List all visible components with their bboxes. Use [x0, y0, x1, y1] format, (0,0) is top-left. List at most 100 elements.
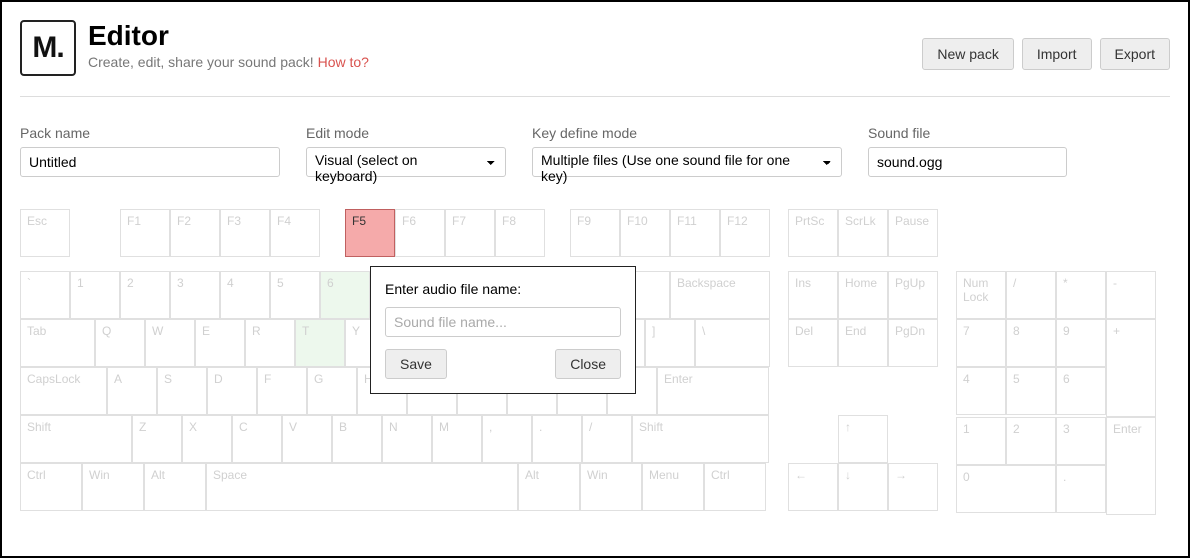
key-end[interactable]: End [838, 319, 888, 367]
key-up[interactable]: ↑ [838, 415, 888, 463]
key-n[interactable]: N [382, 415, 432, 463]
key-s[interactable]: S [157, 367, 207, 415]
key-backspace[interactable]: Backspace [670, 271, 770, 319]
key-rbracket[interactable]: ] [645, 319, 695, 367]
key-v[interactable]: V [282, 415, 332, 463]
key-a[interactable]: A [107, 367, 157, 415]
key-f9[interactable]: F9 [570, 209, 620, 257]
key-np-5[interactable]: 5 [1006, 367, 1056, 415]
key-np-4[interactable]: 4 [956, 367, 1006, 415]
key-1[interactable]: 1 [70, 271, 120, 319]
key-define-select[interactable]: Multiple files (Use one sound file for o… [532, 147, 842, 177]
key-pause[interactable]: Pause [888, 209, 938, 257]
import-button[interactable]: Import [1022, 38, 1092, 70]
key-np-subtract[interactable]: - [1106, 271, 1156, 319]
key-f[interactable]: F [257, 367, 307, 415]
key-lwin[interactable]: Win [82, 463, 144, 511]
new-pack-button[interactable]: New pack [922, 38, 1013, 70]
key-period[interactable]: . [532, 415, 582, 463]
key-5[interactable]: 5 [270, 271, 320, 319]
key-space[interactable]: Space [206, 463, 518, 511]
key-np-3[interactable]: 3 [1056, 417, 1106, 465]
key-f1[interactable]: F1 [120, 209, 170, 257]
key-np-8[interactable]: 8 [1006, 319, 1056, 367]
pack-name-label: Pack name [20, 125, 280, 141]
key-rwin[interactable]: Win [580, 463, 642, 511]
key-del[interactable]: Del [788, 319, 838, 367]
key-backtick[interactable]: ` [20, 271, 70, 319]
key-tab[interactable]: Tab [20, 319, 95, 367]
key-rctrl[interactable]: Ctrl [704, 463, 766, 511]
key-2[interactable]: 2 [120, 271, 170, 319]
key-pgup[interactable]: PgUp [888, 271, 938, 319]
key-f2[interactable]: F2 [170, 209, 220, 257]
key-d[interactable]: D [207, 367, 257, 415]
key-np-enter[interactable]: Enter [1106, 417, 1156, 515]
key-np-multiply[interactable]: * [1056, 271, 1106, 319]
key-np-add[interactable]: + [1106, 319, 1156, 417]
key-pgdn[interactable]: PgDn [888, 319, 938, 367]
key-backslash[interactable]: \ [695, 319, 770, 367]
key-f12[interactable]: F12 [720, 209, 770, 257]
key-enter[interactable]: Enter [657, 367, 769, 415]
key-np-divide[interactable]: / [1006, 271, 1056, 319]
key-e[interactable]: E [195, 319, 245, 367]
key-np-6[interactable]: 6 [1056, 367, 1106, 415]
key-right[interactable]: → [888, 463, 938, 511]
key-home[interactable]: Home [838, 271, 888, 319]
key-np-9[interactable]: 9 [1056, 319, 1106, 367]
howto-link[interactable]: How to? [318, 54, 369, 70]
key-x[interactable]: X [182, 415, 232, 463]
key-rshift[interactable]: Shift [632, 415, 769, 463]
key-q[interactable]: Q [95, 319, 145, 367]
key-np-dot[interactable]: . [1056, 465, 1106, 513]
key-t[interactable]: T [295, 319, 345, 367]
key-b[interactable]: B [332, 415, 382, 463]
key-w[interactable]: W [145, 319, 195, 367]
edit-mode-select[interactable]: Visual (select on keyboard) [306, 147, 506, 177]
key-menu[interactable]: Menu [642, 463, 704, 511]
key-comma[interactable]: , [482, 415, 532, 463]
popup-save-button[interactable]: Save [385, 349, 447, 379]
key-np-1[interactable]: 1 [956, 417, 1006, 465]
key-f10[interactable]: F10 [620, 209, 670, 257]
key-r[interactable]: R [245, 319, 295, 367]
key-f6[interactable]: F6 [395, 209, 445, 257]
key-6[interactable]: 6 [320, 271, 370, 319]
key-lctrl[interactable]: Ctrl [20, 463, 82, 511]
key-np-2[interactable]: 2 [1006, 417, 1056, 465]
key-define-label: Key define mode [532, 125, 842, 141]
key-np-7[interactable]: 7 [956, 319, 1006, 367]
key-f7[interactable]: F7 [445, 209, 495, 257]
sound-file-input[interactable] [868, 147, 1067, 177]
export-button[interactable]: Export [1100, 38, 1170, 70]
key-capslock[interactable]: CapsLock [20, 367, 107, 415]
key-f3[interactable]: F3 [220, 209, 270, 257]
key-z[interactable]: Z [132, 415, 182, 463]
audio-file-name-input[interactable] [385, 307, 621, 337]
popup-close-button[interactable]: Close [555, 349, 621, 379]
key-esc[interactable]: Esc [20, 209, 70, 257]
key-ralt[interactable]: Alt [518, 463, 580, 511]
key-m[interactable]: M [432, 415, 482, 463]
key-lshift[interactable]: Shift [20, 415, 132, 463]
key-g[interactable]: G [307, 367, 357, 415]
key-f5[interactable]: F5 [345, 209, 395, 257]
key-np-0[interactable]: 0 [956, 465, 1056, 513]
key-prtsc[interactable]: PrtSc [788, 209, 838, 257]
key-down[interactable]: ↓ [838, 463, 888, 511]
key-numlock[interactable]: Num Lock [956, 271, 1006, 319]
key-3[interactable]: 3 [170, 271, 220, 319]
key-ins[interactable]: Ins [788, 271, 838, 319]
key-f4[interactable]: F4 [270, 209, 320, 257]
pack-name-input[interactable] [20, 147, 280, 177]
key-lalt[interactable]: Alt [144, 463, 206, 511]
key-4[interactable]: 4 [220, 271, 270, 319]
key-f8[interactable]: F8 [495, 209, 545, 257]
key-c[interactable]: C [232, 415, 282, 463]
app-logo: M. [20, 20, 76, 76]
key-scrlk[interactable]: ScrLk [838, 209, 888, 257]
key-left[interactable]: ← [788, 463, 838, 511]
key-f11[interactable]: F11 [670, 209, 720, 257]
key-slash[interactable]: / [582, 415, 632, 463]
